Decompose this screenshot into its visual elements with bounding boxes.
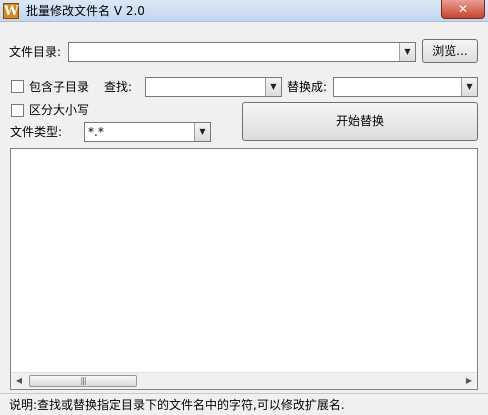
scroll-thumb[interactable]: ||| <box>29 375 137 387</box>
browse-button[interactable]: 浏览... <box>422 39 478 63</box>
dir-dropdown-icon[interactable]: ▼ <box>399 43 415 61</box>
scroll-left-icon[interactable]: ◀ <box>11 373 27 389</box>
replace-combobox[interactable]: ▼ <box>333 77 478 97</box>
include-subdirs-checkbox[interactable] <box>11 80 24 93</box>
results-list[interactable]: ◀ ||| ▶ <box>10 148 478 390</box>
find-label: 查找: <box>104 80 133 94</box>
filetype-label: 文件类型: <box>10 125 63 139</box>
replace-label: 替换成: <box>287 80 328 94</box>
title-bar[interactable]: W 批量修改文件名 V 2.0 ✕ <box>0 0 488 22</box>
dir-label: 文件目录: <box>9 45 62 59</box>
horizontal-scrollbar[interactable]: ◀ ||| ▶ <box>11 372 477 389</box>
app-window: W 批量修改文件名 V 2.0 ✕ 文件目录: ▼ 浏览... 包含子目录 查找… <box>0 0 488 415</box>
status-bar: 说明:查找或替换指定目录下的文件名中的字符,可以修改扩展名. <box>0 393 488 415</box>
start-replace-button[interactable]: 开始替换 <box>242 102 478 141</box>
dir-combobox[interactable]: ▼ <box>68 42 416 62</box>
scroll-right-icon[interactable]: ▶ <box>461 373 477 389</box>
window-title: 批量修改文件名 V 2.0 <box>26 4 145 18</box>
find-dropdown-icon[interactable]: ▼ <box>265 78 281 96</box>
app-icon: W <box>3 3 19 19</box>
replace-dropdown-icon[interactable]: ▼ <box>461 78 477 96</box>
include-subdirs-label: 包含子目录 <box>29 80 90 94</box>
case-sensitive-checkbox[interactable] <box>11 104 24 117</box>
case-sensitive-label: 区分大小写 <box>29 103 90 117</box>
filetype-value: *.* <box>88 125 104 139</box>
status-text: 说明:查找或替换指定目录下的文件名中的字符,可以修改扩展名. <box>9 398 345 412</box>
filetype-combobox[interactable]: *.* ▼ <box>84 122 211 142</box>
find-combobox[interactable]: ▼ <box>145 77 282 97</box>
close-button[interactable]: ✕ <box>441 0 485 19</box>
filetype-dropdown-icon[interactable]: ▼ <box>194 123 210 141</box>
